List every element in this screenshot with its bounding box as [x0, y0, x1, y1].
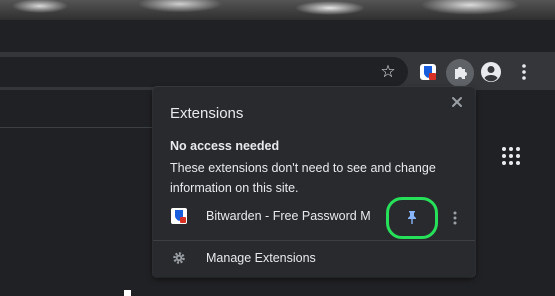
address-bar[interactable]	[0, 57, 408, 87]
puzzle-icon	[455, 67, 467, 79]
desktop-wallpaper	[0, 0, 555, 22]
profile-icon[interactable]	[481, 62, 501, 82]
extensions-button[interactable]	[446, 59, 474, 87]
extension-name[interactable]: Bitwarden - Free Password M...	[206, 209, 371, 223]
star-icon[interactable]: ☆	[378, 62, 398, 82]
divider	[0, 127, 160, 128]
apps-grid-icon[interactable]	[502, 147, 522, 167]
manage-extensions-link[interactable]: Manage Extensions	[206, 251, 316, 265]
text-cursor	[124, 290, 131, 296]
section-description: These extensions don't need to see and c…	[170, 161, 436, 195]
bitwarden-icon[interactable]	[418, 62, 438, 82]
close-icon[interactable]	[450, 95, 464, 109]
extensions-popup: Extensions No access needed These extens…	[153, 87, 475, 277]
section-heading: No access needed	[170, 139, 280, 153]
extension-more-icon[interactable]	[452, 210, 458, 226]
browser-titlebar	[0, 20, 555, 52]
popup-divider	[153, 240, 475, 241]
pin-icon[interactable]	[406, 210, 418, 224]
more-vert-icon[interactable]	[516, 62, 532, 82]
gear-icon	[172, 251, 186, 265]
popup-title: Extensions	[170, 105, 244, 122]
bitwarden-icon	[171, 208, 187, 224]
